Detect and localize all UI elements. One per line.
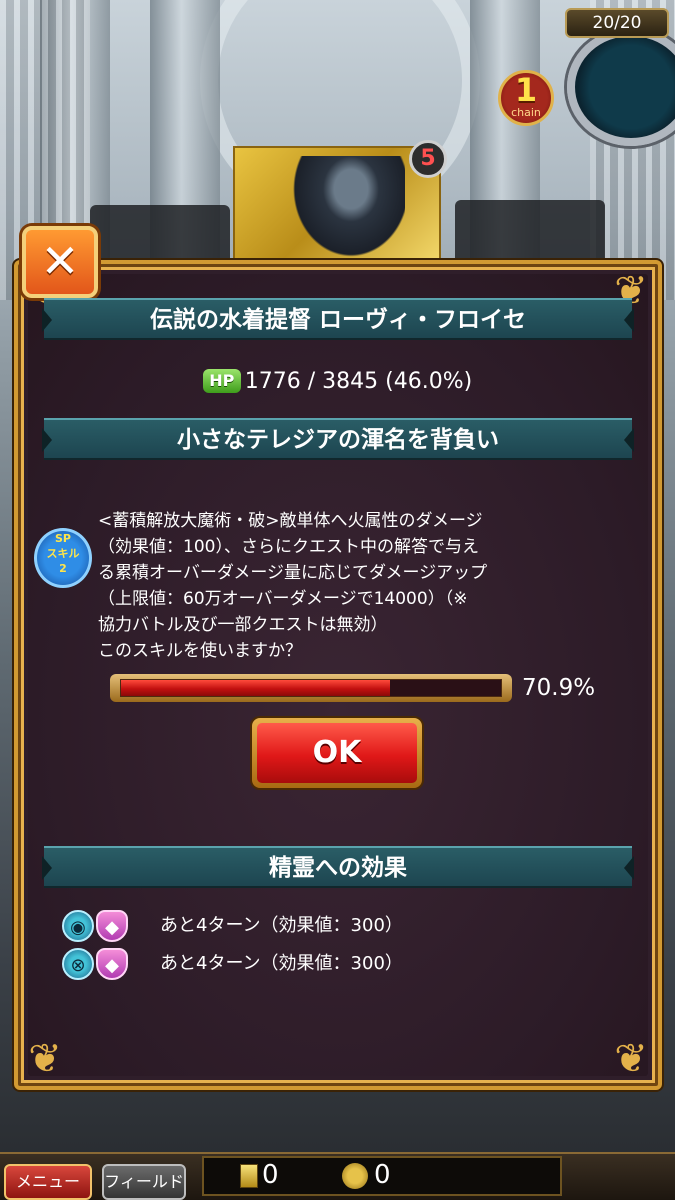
eye-shield-icon: ◉ — [62, 910, 94, 942]
close-icon: ✕ — [40, 234, 80, 288]
enemy-panel-left — [90, 205, 230, 265]
card-character-figure — [285, 156, 405, 262]
hp-icon: HP — [202, 369, 241, 393]
hp-value: 1776 / 3845 (46.0%) — [244, 369, 473, 394]
skill-description-line: る累積オーバーダメージ量に応じてダメージアップ — [98, 563, 488, 583]
ok-button-label: OK — [257, 723, 417, 783]
skill-description-line: （効果値：100）、さらにクエスト中の解答で与え — [98, 537, 479, 557]
skill-charge-gauge — [110, 674, 512, 702]
skill-description: <蓄積解放大魔術・破>敵単体へ火属性のダメージ （効果値：100）、さらにクエス… — [98, 508, 598, 664]
field-button[interactable]: フィールド — [102, 1164, 186, 1200]
menu-button[interactable]: メニュー — [4, 1164, 92, 1200]
stamina-counter: 20/20 — [565, 8, 669, 38]
crystal-icon — [240, 1164, 258, 1188]
sp-skill-badge: SP スキル 2 — [34, 528, 92, 588]
ok-button[interactable]: OK — [252, 718, 422, 788]
skill-description-line: 協力バトル及び一部クエストは無効） — [98, 615, 388, 635]
shield-icon: ◆ — [96, 948, 128, 980]
corner-ornament-icon: ❦ — [614, 1036, 648, 1082]
corner-ornament-icon: ❦ — [28, 1036, 62, 1082]
sp-badge-line2: スキル — [46, 547, 80, 560]
coin-icon — [342, 1163, 368, 1189]
eye-cross-icon: ⊗ — [62, 948, 94, 980]
sp-badge-line1: SP — [55, 532, 71, 545]
effects-header-banner: 精霊への効果 — [42, 846, 634, 888]
gauge-percent: 70.9% — [522, 675, 596, 701]
effect-text: あと4ターン（効果値：300） — [160, 953, 403, 974]
shield-icon: ◆ — [96, 910, 128, 942]
skill-name-banner: 小さなテレジアの渾名を背負い — [42, 418, 634, 460]
card-cost-badge: 5 — [409, 140, 447, 178]
gauge-fill — [121, 680, 391, 696]
sp-badge-line3: 2 — [59, 562, 67, 575]
skill-description-line: <蓄積解放大魔術・破>敵単体へ火属性のダメージ — [98, 511, 483, 531]
spirit-name-banner: 伝説の水着提督 ローヴィ・フロイセ — [42, 298, 634, 340]
crystal-count: 0 — [262, 1160, 279, 1190]
hp-row: HP 1776 / 3845 (46.0%) — [0, 367, 675, 397]
coin-count: 0 — [374, 1160, 391, 1190]
skill-description-line: （上限値：60万オーバーダメージで14000）（※ — [98, 589, 468, 609]
chain-count: 1 — [514, 71, 538, 109]
enemy-panel-right — [455, 200, 605, 265]
close-button[interactable]: ✕ — [22, 226, 98, 298]
chain-badge: 1 chain — [498, 70, 554, 126]
effect-text: あと4ターン（効果値：300） — [160, 915, 403, 936]
skill-confirm-question: このスキルを使いますか？ — [98, 641, 302, 661]
chain-label: chain — [511, 106, 541, 119]
gauge-track — [120, 679, 502, 697]
